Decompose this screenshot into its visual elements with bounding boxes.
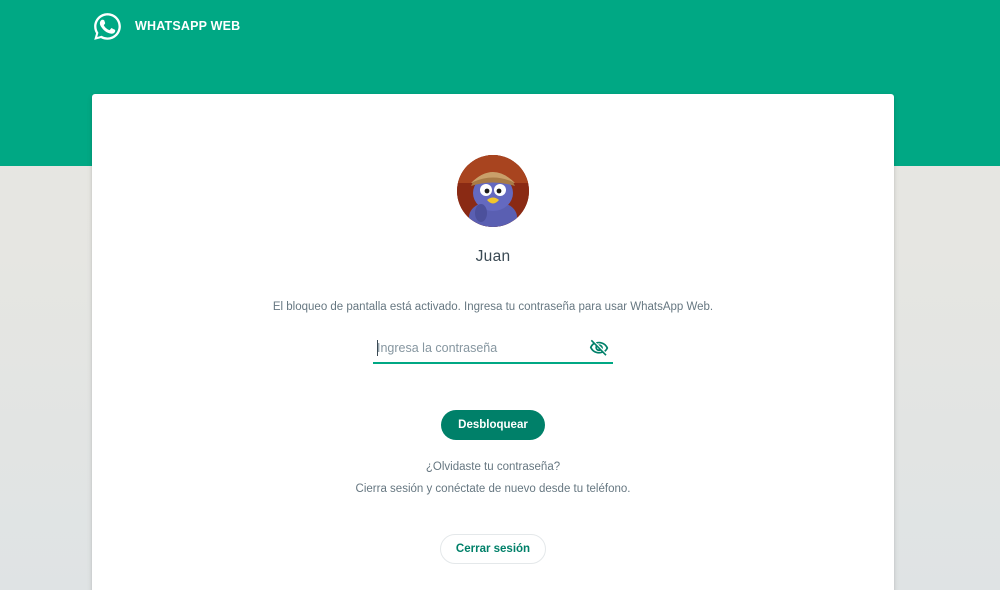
eye-off-icon[interactable] — [589, 338, 609, 358]
forgot-password-link[interactable]: ¿Olvidaste tu contraseña? — [92, 461, 894, 473]
lock-screen-card: Juan El bloqueo de pantalla está activad… — [92, 94, 894, 590]
whatsapp-logo-icon — [94, 12, 121, 40]
text-cursor — [377, 340, 378, 356]
unlock-button[interactable]: Desbloquear — [441, 410, 545, 440]
profile-avatar — [457, 155, 529, 227]
password-field-wrapper — [373, 334, 613, 364]
user-name: Juan — [475, 248, 511, 265]
app-title: WHATSAPP WEB — [135, 19, 241, 33]
forgot-password-hint: Cierra sesión y conéctate de nuevo desde… — [355, 483, 631, 495]
password-input[interactable] — [377, 338, 577, 358]
logout-button[interactable]: Cerrar sesión — [440, 534, 546, 564]
brand: WHATSAPP WEB — [92, 10, 240, 42]
lock-message: El bloqueo de pantalla está activado. In… — [272, 301, 714, 313]
